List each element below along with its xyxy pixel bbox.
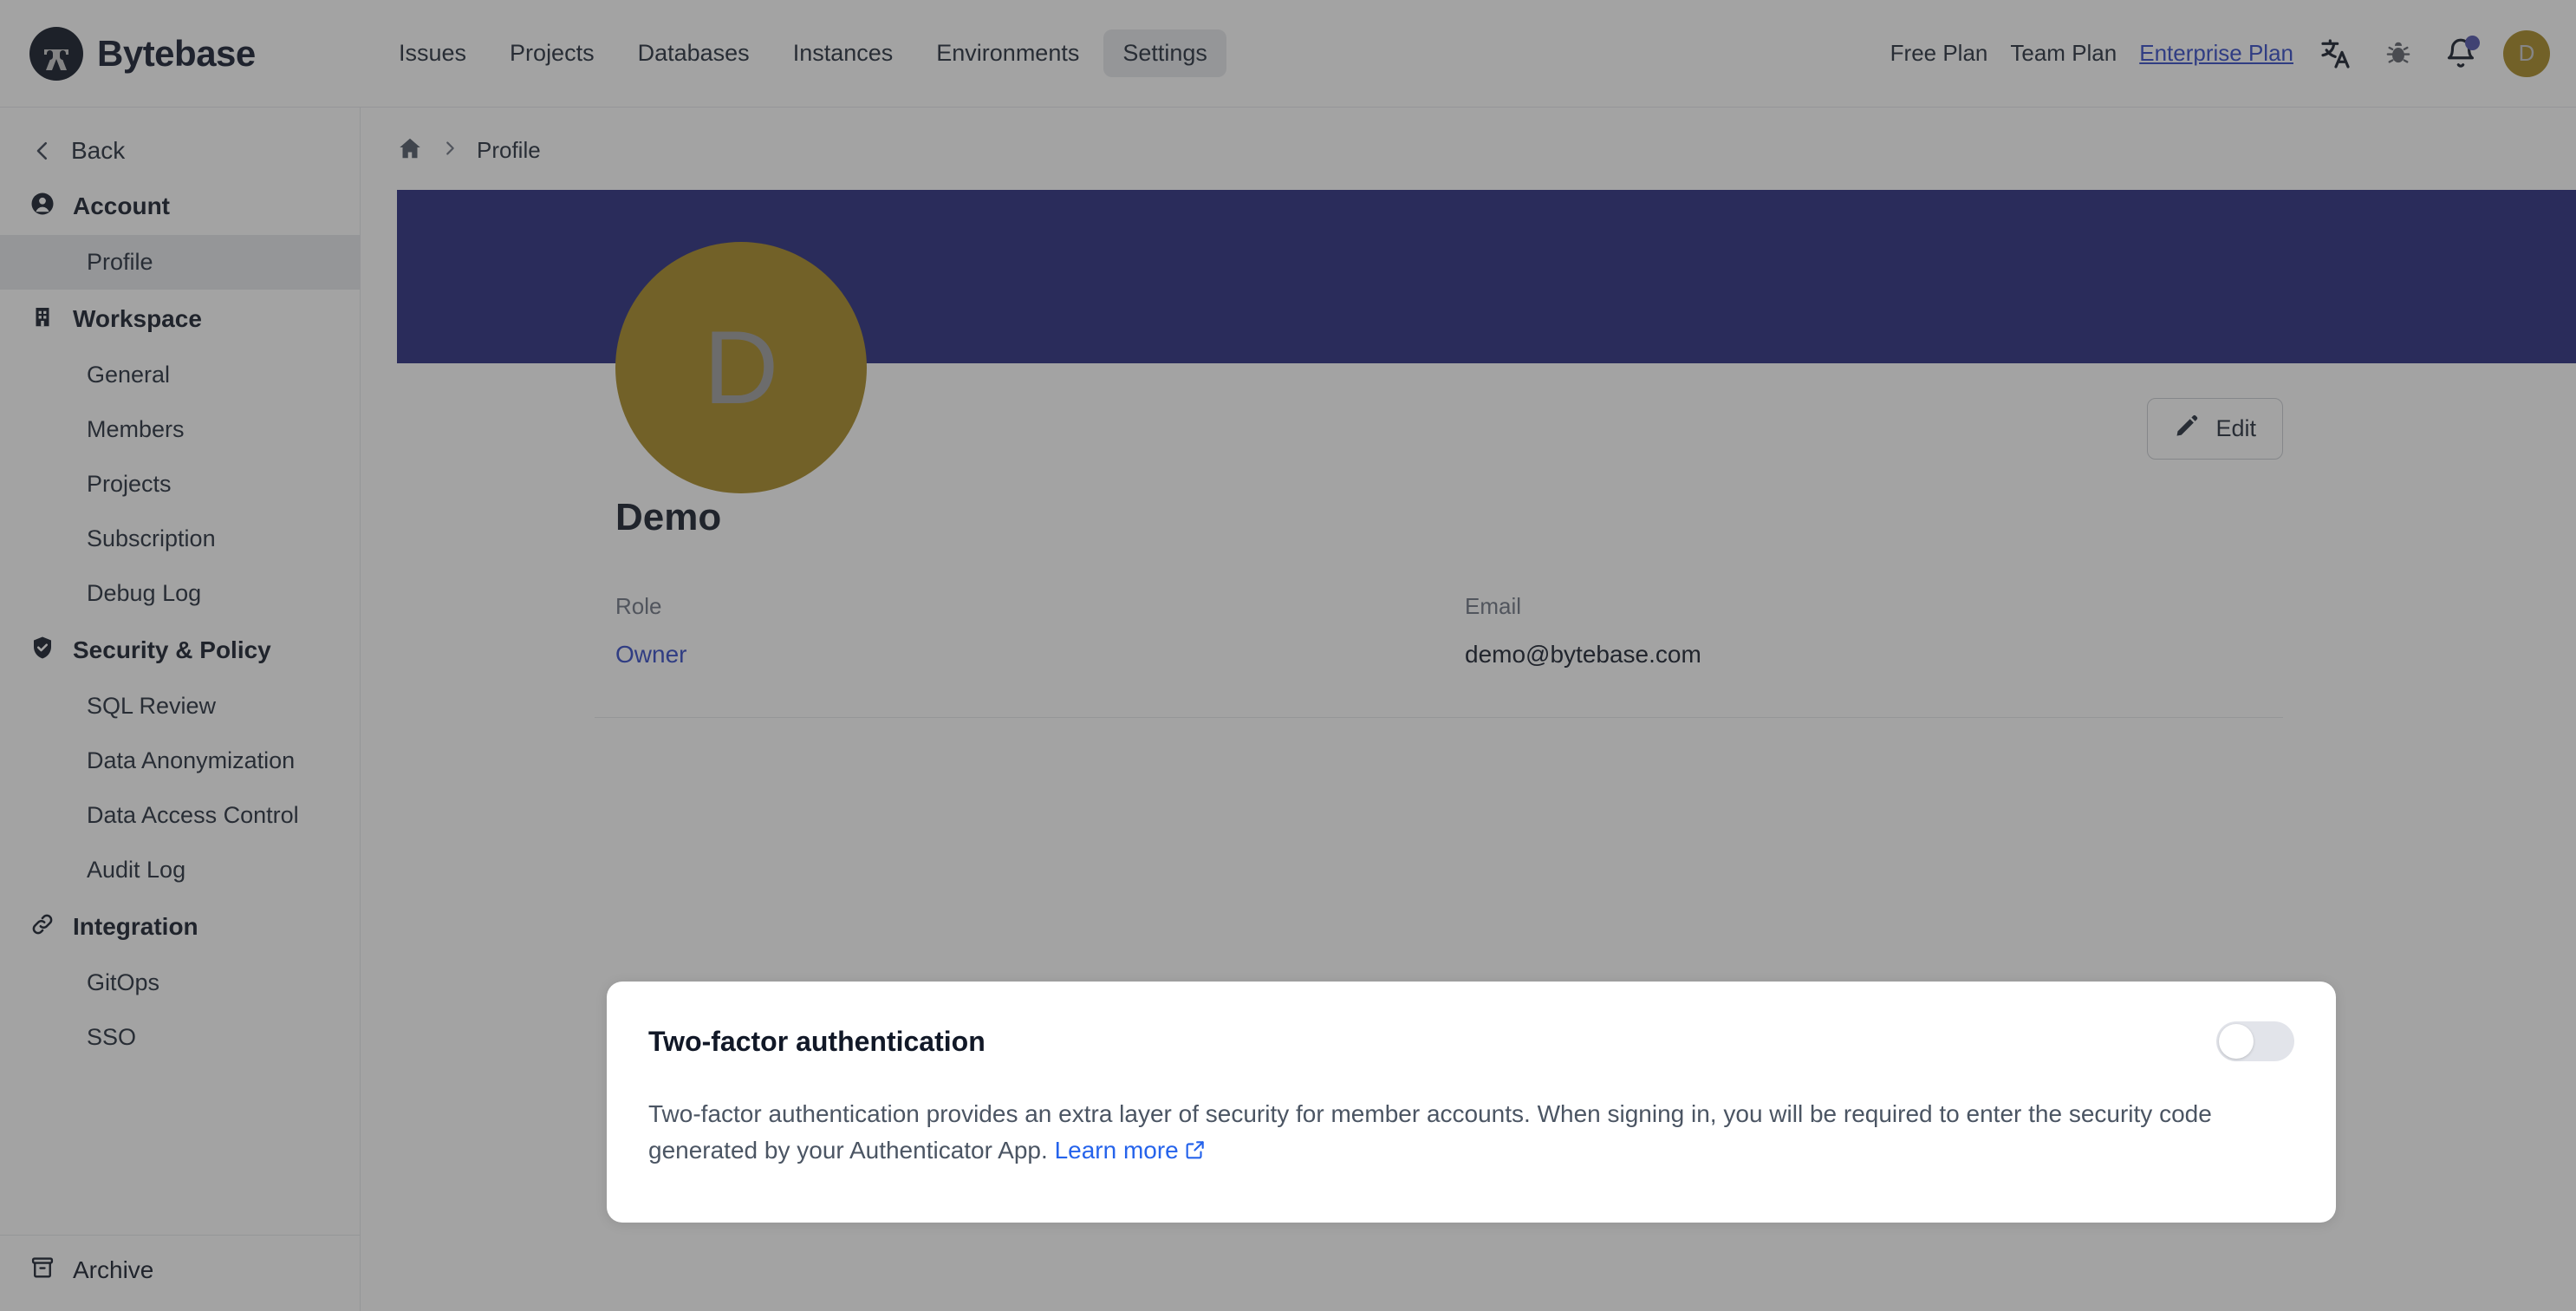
two-factor-title: Two-factor authentication [648, 1026, 986, 1058]
two-factor-toggle[interactable] [2216, 1021, 2294, 1061]
learn-more-label: Learn more [1055, 1137, 1179, 1164]
learn-more-link[interactable]: Learn more [1055, 1137, 1207, 1164]
external-link-icon [1184, 1135, 1207, 1171]
two-factor-description: Two-factor authentication provides an ex… [648, 1096, 2294, 1171]
app-root: Bytebase Issues Projects Databases Insta… [0, 0, 2576, 1311]
two-factor-authentication-card: Two-factor authentication Two-factor aut… [607, 982, 2336, 1223]
two-factor-toggle-knob [2219, 1024, 2254, 1059]
two-factor-card-header: Two-factor authentication [648, 1021, 2294, 1061]
two-factor-description-text: Two-factor authentication provides an ex… [648, 1100, 2212, 1164]
